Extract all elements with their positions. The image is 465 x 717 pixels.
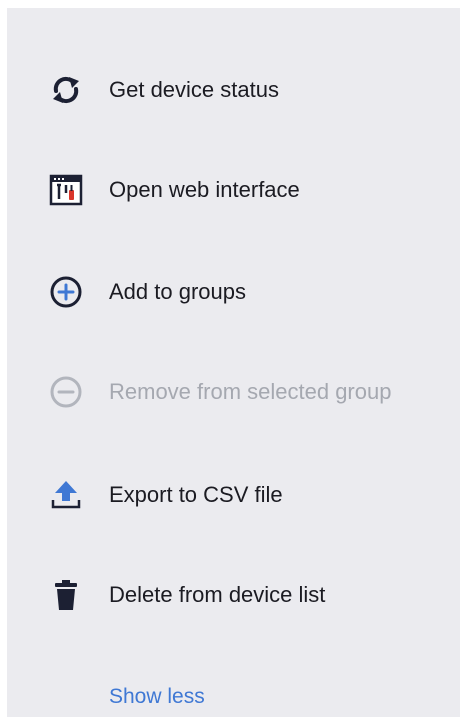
- trash-icon: [47, 576, 85, 614]
- delete-from-device-list-item[interactable]: Delete from device list: [7, 563, 460, 627]
- add-circle-icon: [47, 273, 85, 311]
- export-to-csv-label: Export to CSV file: [109, 482, 283, 507]
- remove-from-selected-group-label: Remove from selected group: [109, 379, 392, 404]
- refresh-icon: [47, 71, 85, 109]
- show-less-link[interactable]: Show less: [109, 685, 205, 709]
- add-to-groups-label: Add to groups: [109, 279, 246, 304]
- device-actions-panel: Get device status Open web interface Add…: [7, 8, 460, 717]
- web-interface-icon: [47, 171, 85, 209]
- delete-from-device-list-label: Delete from device list: [109, 582, 326, 607]
- remove-from-selected-group-item[interactable]: Remove from selected group: [7, 360, 460, 424]
- get-device-status-label: Get device status: [109, 77, 279, 102]
- add-to-groups-item[interactable]: Add to groups: [7, 260, 460, 324]
- open-web-interface-item[interactable]: Open web interface: [7, 158, 460, 222]
- remove-circle-icon: [47, 373, 85, 411]
- export-upload-icon: [47, 476, 85, 514]
- get-device-status-item[interactable]: Get device status: [7, 58, 460, 122]
- export-to-csv-item[interactable]: Export to CSV file: [7, 463, 460, 527]
- open-web-interface-label: Open web interface: [109, 177, 300, 202]
